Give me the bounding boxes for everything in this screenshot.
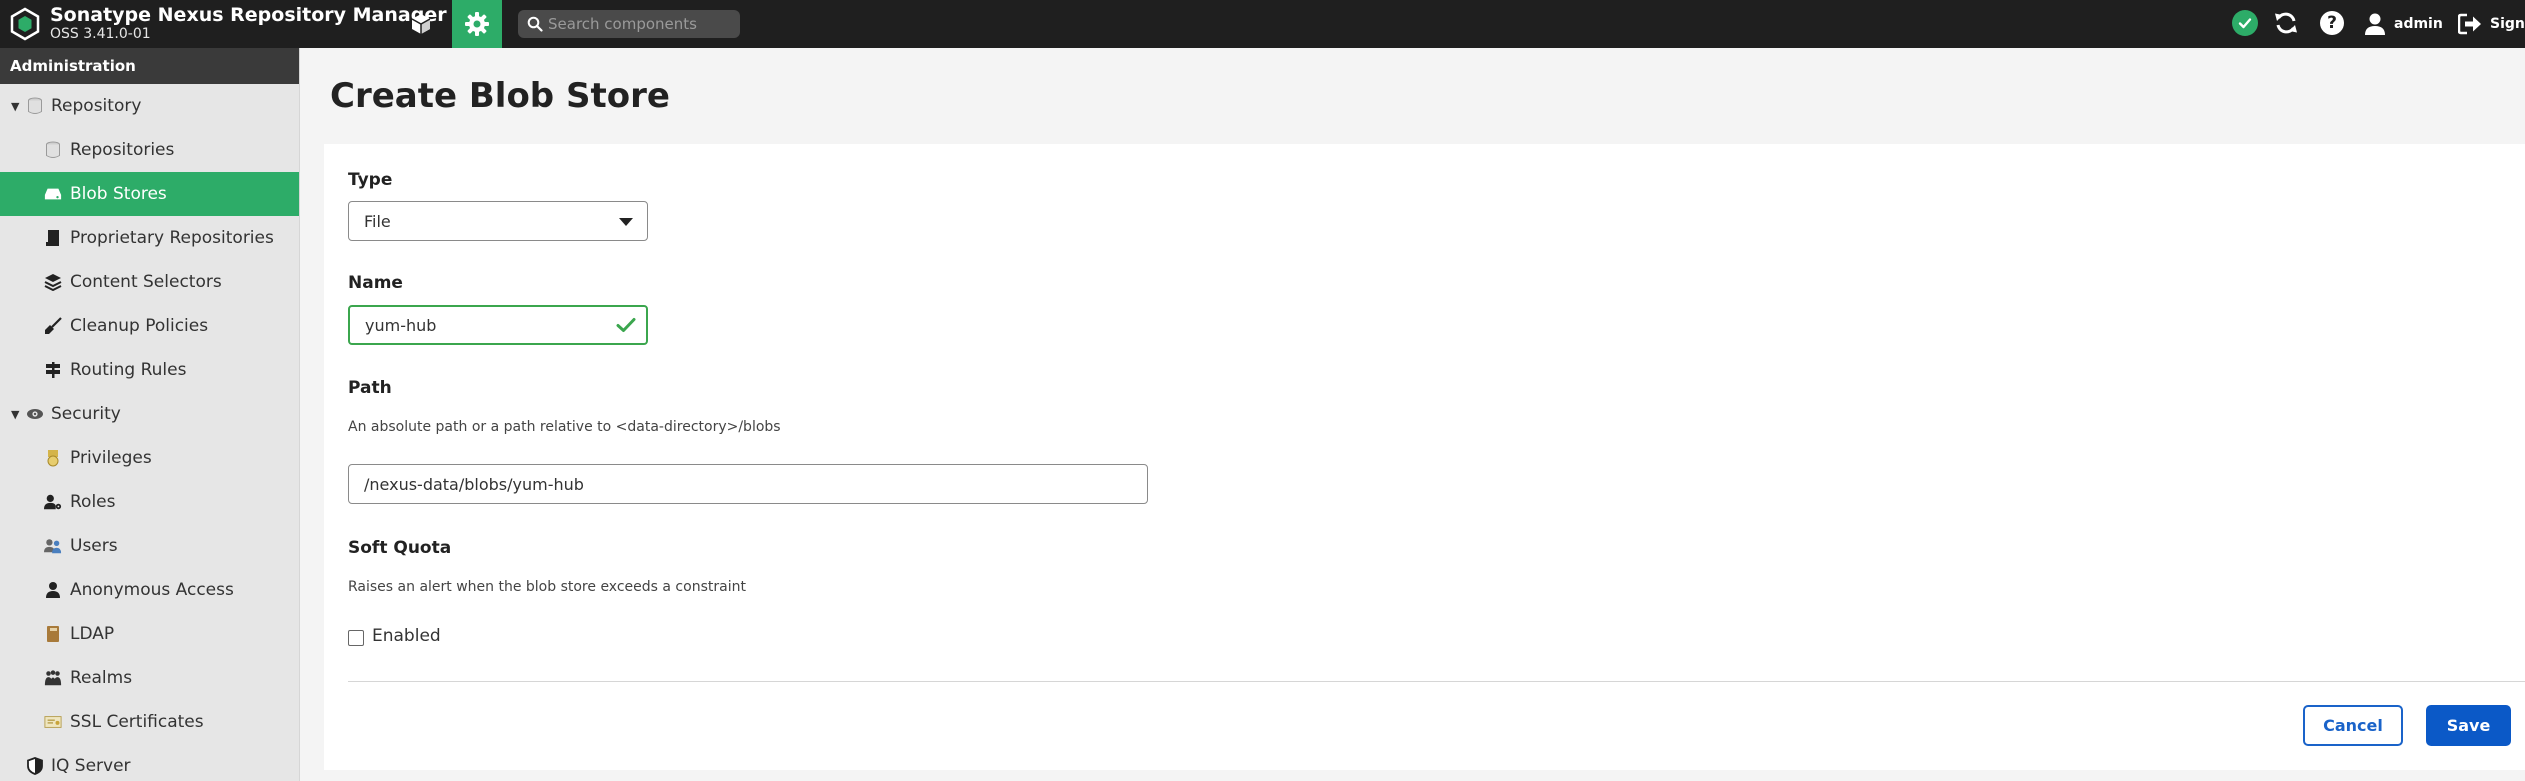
- signpost-icon: [44, 361, 62, 379]
- search-icon: [527, 16, 543, 32]
- soft-quota-label: Soft Quota: [348, 538, 452, 558]
- sidebar-item-realms[interactable]: Realms: [0, 656, 299, 700]
- shield-icon: [26, 757, 44, 775]
- sidebar-item-users[interactable]: Users: [0, 524, 299, 568]
- system-status-ok[interactable]: [2232, 10, 2258, 36]
- user-icon: [44, 581, 62, 599]
- sidebar-item-repository[interactable]: ▼ Repository: [0, 84, 299, 128]
- expand-triangle-icon[interactable]: ▼: [11, 408, 19, 421]
- check-circle-icon: [2238, 18, 2252, 29]
- name-input[interactable]: [348, 305, 648, 345]
- caret-down-icon: [619, 218, 633, 226]
- sidebar-item-label: Repositories: [70, 140, 175, 160]
- admin-sidebar: Administration ▼ Repository Repositories…: [0, 48, 300, 781]
- app-title: Sonatype Nexus Repository Manager: [50, 4, 447, 26]
- sidebar-item-label: Anonymous Access: [70, 580, 234, 600]
- type-select-value: File: [364, 212, 391, 231]
- eye-icon: [26, 405, 44, 423]
- type-select[interactable]: File: [348, 201, 648, 241]
- soft-quota-enabled-checkbox[interactable]: [348, 630, 364, 646]
- sidebar-item-label: Security: [51, 404, 121, 424]
- form-divider: [348, 681, 2525, 682]
- sidebar-item-label: Cleanup Policies: [70, 316, 209, 336]
- sidebar-item-privileges[interactable]: Privileges: [0, 436, 299, 480]
- sign-out-icon: [2458, 13, 2481, 35]
- admin-mode-button[interactable]: [452, 0, 502, 48]
- path-label: Path: [348, 378, 392, 398]
- sidebar-item-content-selectors[interactable]: Content Selectors: [0, 260, 299, 304]
- broom-icon: [44, 317, 62, 335]
- sidebar-item-anonymous-access[interactable]: Anonymous Access: [0, 568, 299, 612]
- sidebar-heading: Administration: [0, 48, 299, 84]
- sidebar-item-label: Realms: [70, 668, 133, 688]
- id-badge-icon: [44, 229, 62, 247]
- save-button[interactable]: Save: [2426, 705, 2511, 746]
- browse-mode-button[interactable]: [400, 0, 442, 48]
- soft-quota-description: Raises an alert when the blob store exce…: [348, 579, 746, 595]
- sidebar-item-label: Content Selectors: [70, 272, 222, 292]
- search-input[interactable]: [548, 10, 734, 38]
- sidebar-item-repositories[interactable]: Repositories: [0, 128, 299, 172]
- sign-out-button[interactable]: Sign out: [2458, 0, 2525, 48]
- sidebar-item-label: Proprietary Repositories: [70, 228, 274, 248]
- sidebar-item-label: Routing Rules: [70, 360, 187, 380]
- sidebar-item-label: LDAP: [70, 624, 115, 644]
- name-label: Name: [348, 273, 403, 293]
- cube-icon: [411, 14, 431, 34]
- app-version: OSS 3.41.0-01: [50, 26, 151, 42]
- refresh-icon: [2275, 12, 2297, 34]
- nexus-logo-icon[interactable]: [8, 7, 42, 41]
- enabled-label[interactable]: Enabled: [372, 626, 441, 646]
- users-icon: [44, 537, 62, 555]
- search-box[interactable]: [518, 10, 740, 38]
- realms-icon: [44, 669, 62, 687]
- sidebar-item-cleanup-policies[interactable]: Cleanup Policies: [0, 304, 299, 348]
- page-title: Create Blob Store: [330, 76, 670, 116]
- user-cog-icon: [44, 493, 62, 511]
- create-blob-store-form: Type File Name Path An absolute path or …: [324, 144, 2525, 770]
- sidebar-item-routing-rules[interactable]: Routing Rules: [0, 348, 299, 392]
- sidebar-item-security[interactable]: ▼ Security: [0, 392, 299, 436]
- sidebar-item-label: Blob Stores: [70, 184, 167, 204]
- database-icon: [26, 97, 44, 115]
- layers-icon: [44, 273, 62, 291]
- gear-icon: [465, 12, 489, 36]
- sidebar-item-label: Roles: [70, 492, 116, 512]
- expand-triangle-icon[interactable]: ▼: [11, 100, 19, 113]
- sidebar-item-label: Privileges: [70, 448, 152, 468]
- user-menu-button[interactable]: admin: [2364, 0, 2443, 48]
- certificate-icon: [44, 713, 62, 731]
- medal-icon: [44, 449, 62, 467]
- sidebar-item-label: SSL Certificates: [70, 712, 204, 732]
- hard-drive-icon: [44, 185, 62, 203]
- path-input[interactable]: [348, 464, 1148, 504]
- help-icon[interactable]: ?: [2320, 11, 2344, 35]
- user-icon: [2365, 13, 2385, 35]
- database-icon: [44, 141, 62, 159]
- book-icon: [44, 625, 62, 643]
- path-description: An absolute path or a path relative to <…: [348, 419, 781, 435]
- sidebar-item-label: Users: [70, 536, 118, 556]
- sidebar-item-blob-stores[interactable]: Blob Stores: [0, 172, 299, 216]
- sidebar-item-ssl-certificates[interactable]: SSL Certificates: [0, 700, 299, 744]
- refresh-button[interactable]: [2273, 10, 2299, 40]
- sidebar-item-ldap[interactable]: LDAP: [0, 612, 299, 656]
- sidebar-item-label: Repository: [51, 96, 142, 116]
- cancel-button[interactable]: Cancel: [2303, 705, 2403, 746]
- sidebar-item-roles[interactable]: Roles: [0, 480, 299, 524]
- sidebar-item-label: IQ Server: [51, 756, 131, 776]
- type-label: Type: [348, 170, 393, 190]
- top-header: Sonatype Nexus Repository Manager OSS 3.…: [0, 0, 2525, 48]
- sidebar-item-iq-server[interactable]: IQ Server: [0, 744, 299, 781]
- user-name: admin: [2394, 16, 2443, 32]
- sidebar-item-proprietary-repositories[interactable]: Proprietary Repositories: [0, 216, 299, 260]
- sign-out-label: Sign out: [2490, 16, 2525, 32]
- check-icon: [616, 318, 636, 332]
